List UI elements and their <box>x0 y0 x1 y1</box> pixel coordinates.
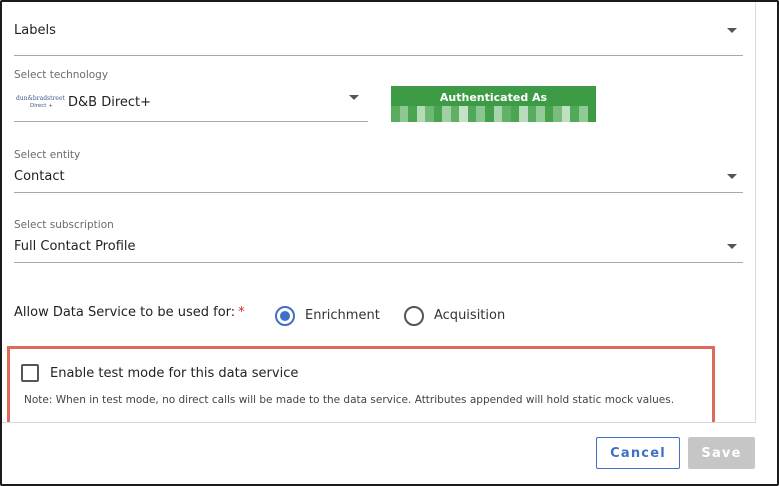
chevron-down-icon[interactable] <box>349 95 359 100</box>
subscription-select-value: Full Contact Profile <box>14 239 136 254</box>
entity-select-value: Contact <box>14 169 65 184</box>
cancel-button[interactable]: Cancel <box>596 437 680 469</box>
technology-select[interactable]: Select technology dun&bradstreet Direct … <box>14 68 368 124</box>
technology-underline <box>14 121 368 122</box>
usage-label: Allow Data Service to be used for: * <box>14 305 245 320</box>
labels-select-value: Labels <box>14 23 56 38</box>
enrichment-radio[interactable] <box>275 306 295 326</box>
test-mode-checkbox[interactable] <box>21 364 39 382</box>
chevron-down-icon[interactable] <box>727 174 737 179</box>
required-mark: * <box>238 305 245 320</box>
form-scroll-area[interactable]: Labels Select technology dun&bradstreet … <box>2 2 756 423</box>
enrichment-radio-label[interactable]: Enrichment <box>305 308 380 323</box>
labels-select[interactable]: Labels <box>14 2 743 58</box>
save-button[interactable]: Save <box>688 437 755 469</box>
subscription-caption: Select subscription <box>14 219 114 231</box>
acquisition-radio-label[interactable]: Acquisition <box>434 308 505 323</box>
acquisition-radio[interactable] <box>404 306 424 326</box>
dnb-logo-icon: dun&bradstreet Direct + <box>16 95 65 109</box>
entity-caption: Select entity <box>14 149 81 161</box>
chevron-down-icon[interactable] <box>727 28 737 33</box>
redacted-account-image <box>391 106 596 122</box>
test-mode-label[interactable]: Enable test mode for this data service <box>50 366 298 381</box>
technology-select-value: D&B Direct+ <box>68 95 152 110</box>
subscription-underline <box>14 262 743 263</box>
labels-underline <box>14 55 743 56</box>
test-mode-note: Note: When in test mode, no direct calls… <box>24 394 675 406</box>
technology-caption: Select technology <box>14 69 109 81</box>
entity-select[interactable]: Select entity Contact <box>14 148 743 194</box>
chevron-down-icon[interactable] <box>727 244 737 249</box>
entity-underline <box>14 192 743 193</box>
authenticated-as-badge: Authenticated As <box>391 86 596 122</box>
test-mode-section: Enable test mode for this data service N… <box>7 346 715 422</box>
authenticated-as-title: Authenticated As <box>439 91 548 104</box>
subscription-select[interactable]: Select subscription Full Contact Profile <box>14 218 743 264</box>
